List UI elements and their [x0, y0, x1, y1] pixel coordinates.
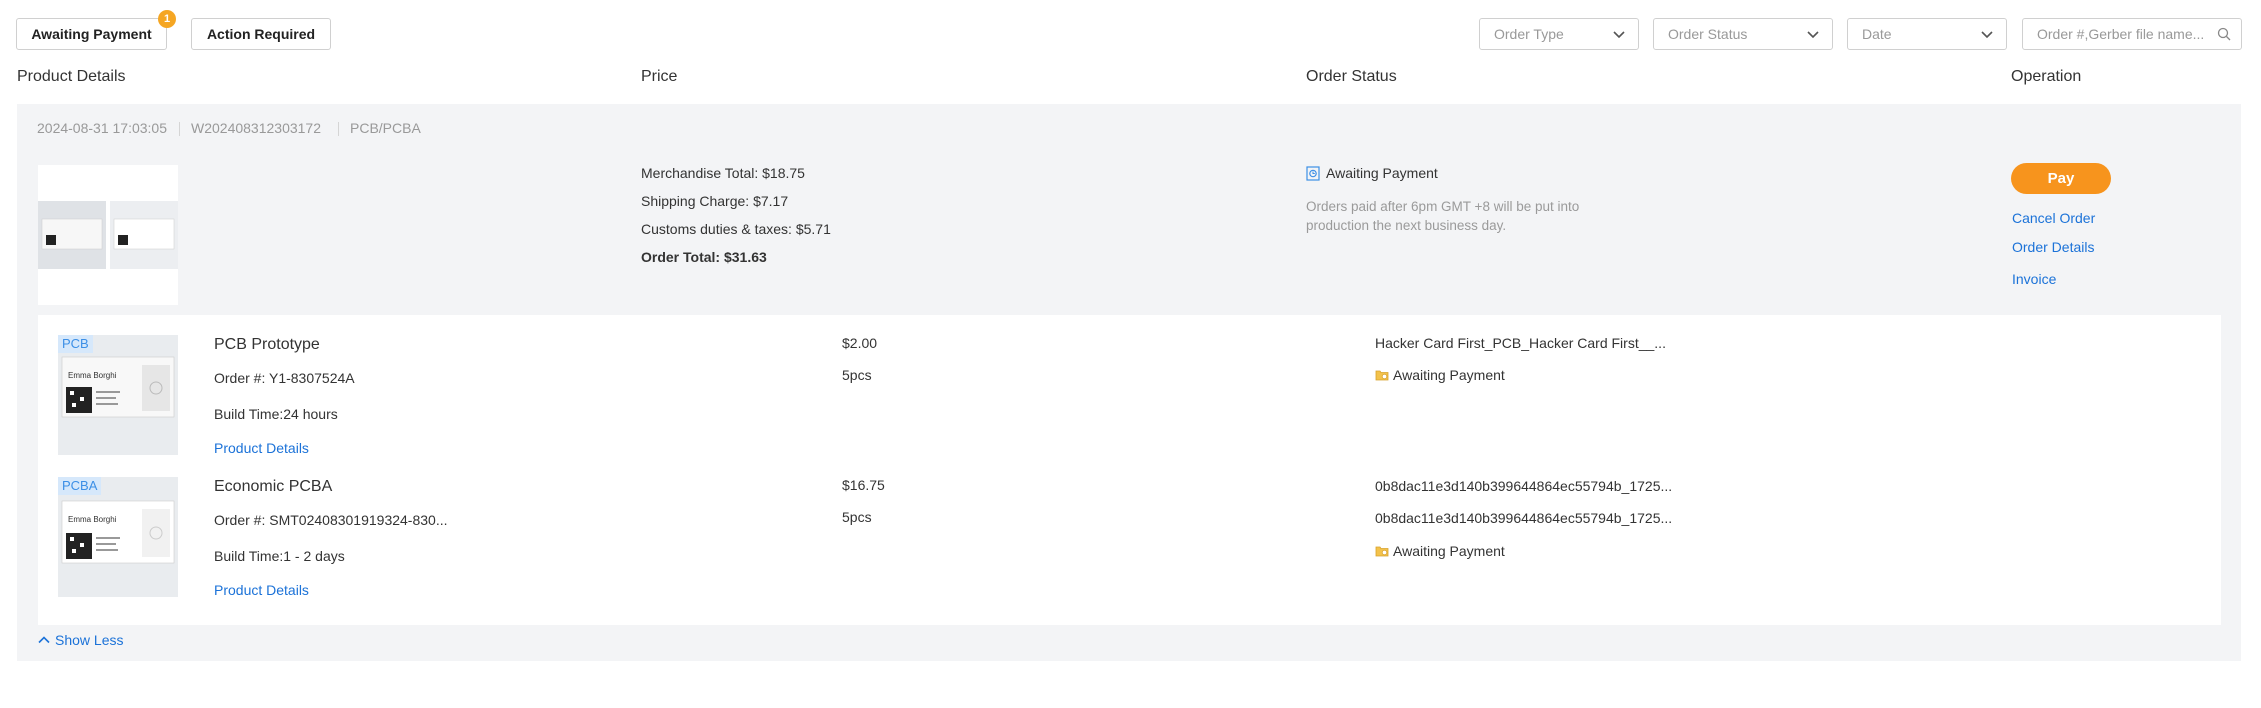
column-header-order-status: Order Status	[1306, 68, 1397, 85]
product-name: PCB Prototype	[214, 336, 320, 353]
awaiting-payment-count-badge: 1	[158, 10, 176, 28]
order-total: Order Total: $31.63	[641, 249, 767, 265]
product-quantity: 5pcs	[842, 367, 872, 383]
product-details-link[interactable]: Product Details	[214, 582, 309, 598]
column-header-operation: Operation	[2011, 68, 2082, 85]
hourglass-icon	[1306, 165, 1320, 181]
order-number: W202408312303172	[191, 120, 322, 136]
pcba-preview-image	[61, 500, 175, 564]
chevron-down-icon	[1981, 31, 1993, 39]
show-less-label: Show Less	[55, 632, 124, 648]
pcb-preview-image	[38, 201, 178, 269]
customs-duties: Customs duties & taxes: $5.71	[641, 221, 831, 237]
chevron-down-icon	[1613, 31, 1625, 39]
order-status-select[interactable]: Order Status	[1653, 18, 1833, 50]
order-thumbnail	[38, 165, 178, 305]
thumbnail-name-text: Emma Borghi	[68, 515, 117, 524]
product-build-time: Build Time:1 - 2 days	[214, 548, 345, 564]
product-name: Economic PCBA	[214, 478, 333, 495]
product-status-text: Awaiting Payment	[1393, 543, 1505, 559]
product-status-text: Awaiting Payment	[1393, 367, 1505, 383]
product-thumbnail: PCB Emma Borghi	[58, 335, 178, 455]
tab-awaiting-payment-label: Awaiting Payment	[31, 26, 152, 42]
tab-awaiting-payment[interactable]: Awaiting Payment 1	[16, 10, 176, 50]
order-status-text: Awaiting Payment	[1326, 165, 1438, 181]
order-items-panel: PCB Emma Borghi PCB Prototype Order #: Y…	[38, 315, 2221, 625]
chevron-up-icon	[38, 636, 50, 644]
product-file-name: Hacker Card First_PCB_Hacker Card First_…	[1375, 335, 1666, 351]
order-category: PCB/PCBA	[350, 120, 421, 136]
folder-clock-icon	[1375, 546, 1389, 557]
column-header-product-details: Product Details	[17, 68, 126, 85]
date-label: Date	[1862, 26, 1892, 42]
pcb-preview-image	[61, 356, 175, 418]
product-price: $2.00	[842, 335, 878, 351]
product-file-name: 0b8dac11e3d140b399644864ec55794b_1725...	[1375, 478, 1673, 494]
order-details-link[interactable]: Order Details	[2012, 239, 2094, 255]
product-status: Awaiting Payment	[1375, 543, 1505, 559]
folder-clock-icon	[1375, 370, 1389, 381]
product-details-link[interactable]: Product Details	[214, 440, 309, 456]
order-datetime: 2024-08-31 17:03:05	[37, 120, 167, 136]
payment-note: Orders paid after 6pm GMT +8 will be put…	[1306, 199, 1580, 233]
column-header-price: Price	[641, 68, 678, 85]
chevron-down-icon	[1807, 31, 1819, 39]
product-order-number: Order #: Y1-8307524A	[214, 370, 355, 386]
order-card: 2024-08-31 17:03:05 W202408312303172 PCB…	[17, 104, 2241, 661]
order-status: Awaiting Payment	[1306, 165, 1438, 181]
order-status-label: Order Status	[1668, 26, 1748, 42]
product-type-tag: PCB	[58, 335, 93, 353]
product-status: Awaiting Payment	[1375, 367, 1505, 383]
cancel-order-link[interactable]: Cancel Order	[2012, 210, 2095, 226]
product-file-name: 0b8dac11e3d140b399644864ec55794b_1725...	[1375, 510, 1673, 526]
product-type-tag: PCBA	[58, 477, 102, 495]
order-type-label: Order Type	[1494, 26, 1564, 42]
search-input[interactable]	[2023, 26, 2207, 42]
order-type-select[interactable]: Order Type	[1479, 18, 1639, 50]
show-less-toggle[interactable]: Show Less	[38, 632, 123, 648]
invoice-link[interactable]: Invoice	[2012, 271, 2056, 287]
divider	[338, 122, 339, 136]
tab-action-required[interactable]: Action Required	[191, 18, 331, 50]
product-price: $16.75	[842, 477, 885, 493]
search-icon[interactable]	[2217, 27, 2231, 41]
merchandise-total: Merchandise Total: $18.75	[641, 165, 805, 181]
search-box	[2022, 18, 2242, 50]
date-select[interactable]: Date	[1847, 18, 2007, 50]
product-quantity: 5pcs	[842, 509, 872, 525]
product-build-time: Build Time:24 hours	[214, 406, 338, 422]
tab-action-required-label: Action Required	[206, 26, 316, 42]
pay-button[interactable]: Pay	[2011, 163, 2111, 194]
divider	[179, 122, 180, 136]
product-order-number: Order #: SMT02408301919324-830...	[214, 512, 448, 528]
shipping-charge: Shipping Charge: $7.17	[641, 193, 789, 209]
product-thumbnail: PCBA Emma Borghi	[58, 477, 178, 597]
thumbnail-name-text: Emma Borghi	[68, 371, 117, 380]
